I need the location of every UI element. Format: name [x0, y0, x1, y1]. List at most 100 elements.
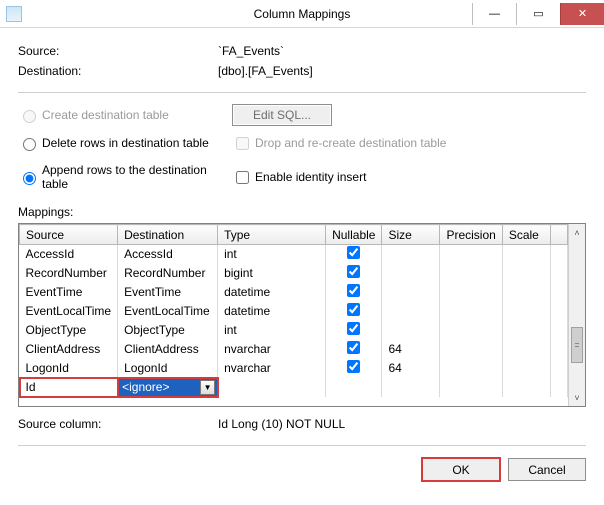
- destination-label: Destination:: [18, 64, 218, 78]
- cell-precision[interactable]: [440, 264, 502, 283]
- cell-type[interactable]: int: [218, 321, 326, 340]
- cell-spacer: [550, 340, 567, 359]
- cell-scale[interactable]: [502, 321, 550, 340]
- nullable-checkbox[interactable]: [347, 303, 360, 316]
- cell-destination[interactable]: ObjectType: [118, 321, 218, 340]
- cell-precision[interactable]: [440, 245, 502, 264]
- cell-size[interactable]: 64: [382, 340, 440, 359]
- cell-nullable[interactable]: [326, 245, 382, 264]
- nullable-checkbox[interactable]: [347, 341, 360, 354]
- edit-sql-button: Edit SQL...: [232, 104, 332, 126]
- cell-scale[interactable]: [502, 359, 550, 378]
- cell-spacer: [550, 264, 567, 283]
- destination-dropdown[interactable]: <ignore>▼: [118, 379, 217, 396]
- cell-size[interactable]: [382, 378, 440, 397]
- nullable-checkbox[interactable]: [347, 360, 360, 373]
- cell-precision[interactable]: [440, 302, 502, 321]
- cell-source[interactable]: Id: [20, 378, 118, 397]
- table-row[interactable]: ObjectTypeObjectTypeint: [20, 321, 568, 340]
- table-row[interactable]: EventTimeEventTimedatetime: [20, 283, 568, 302]
- cell-source[interactable]: EventLocalTime: [20, 302, 118, 321]
- cell-size[interactable]: [382, 321, 440, 340]
- cell-source[interactable]: AccessId: [20, 245, 118, 264]
- cell-scale[interactable]: [502, 340, 550, 359]
- cell-source[interactable]: RecordNumber: [20, 264, 118, 283]
- scroll-up-icon[interactable]: ˄: [569, 224, 585, 241]
- cell-source[interactable]: ClientAddress: [20, 340, 118, 359]
- cell-type[interactable]: datetime: [218, 283, 326, 302]
- delete-rows-label: Delete rows in destination table: [42, 136, 209, 150]
- nullable-checkbox[interactable]: [347, 284, 360, 297]
- cell-type[interactable]: datetime: [218, 302, 326, 321]
- cell-scale[interactable]: [502, 245, 550, 264]
- cell-nullable[interactable]: [326, 264, 382, 283]
- cell-precision[interactable]: [440, 321, 502, 340]
- cell-nullable[interactable]: [326, 340, 382, 359]
- cell-nullable[interactable]: [326, 283, 382, 302]
- header-scale[interactable]: Scale: [502, 225, 550, 245]
- cell-nullable[interactable]: [326, 321, 382, 340]
- cell-type[interactable]: nvarchar: [218, 359, 326, 378]
- cell-nullable[interactable]: [326, 378, 382, 397]
- delete-rows-radio[interactable]: [23, 138, 36, 151]
- cell-destination[interactable]: LogonId: [118, 359, 218, 378]
- cell-destination[interactable]: EventTime: [118, 283, 218, 302]
- cell-size[interactable]: 64: [382, 359, 440, 378]
- header-nullable[interactable]: Nullable: [326, 225, 382, 245]
- nullable-checkbox[interactable]: [347, 246, 360, 259]
- cell-spacer: [550, 245, 567, 264]
- cell-precision[interactable]: [440, 283, 502, 302]
- cell-precision[interactable]: [440, 340, 502, 359]
- cell-scale[interactable]: [502, 264, 550, 283]
- source-column-value: Id Long (10) NOT NULL: [218, 417, 345, 431]
- nullable-checkbox[interactable]: [347, 265, 360, 278]
- cell-type[interactable]: int: [218, 245, 326, 264]
- cell-precision[interactable]: [440, 359, 502, 378]
- append-rows-radio[interactable]: [23, 172, 36, 185]
- cancel-button[interactable]: Cancel: [508, 458, 586, 481]
- cell-type[interactable]: bigint: [218, 264, 326, 283]
- cell-source[interactable]: ObjectType: [20, 321, 118, 340]
- table-row[interactable]: EventLocalTimeEventLocalTimedatetime: [20, 302, 568, 321]
- enable-identity-checkbox[interactable]: [236, 171, 249, 184]
- header-row: Source Destination Type Nullable Size Pr…: [20, 225, 568, 245]
- table-row[interactable]: LogonIdLogonIdnvarchar64: [20, 359, 568, 378]
- table-row[interactable]: Id<ignore>▼: [20, 378, 568, 397]
- chevron-down-icon[interactable]: ▼: [200, 380, 215, 395]
- cell-size[interactable]: [382, 264, 440, 283]
- table-row[interactable]: ClientAddressClientAddressnvarchar64: [20, 340, 568, 359]
- mappings-grid[interactable]: Source Destination Type Nullable Size Pr…: [18, 223, 586, 407]
- cell-destination[interactable]: RecordNumber: [118, 264, 218, 283]
- cell-destination[interactable]: EventLocalTime: [118, 302, 218, 321]
- scroll-thumb[interactable]: [571, 327, 583, 363]
- cell-scale[interactable]: [502, 302, 550, 321]
- cell-size[interactable]: [382, 245, 440, 264]
- cell-precision[interactable]: [440, 378, 502, 397]
- cell-nullable[interactable]: [326, 359, 382, 378]
- cell-spacer: [550, 378, 567, 397]
- table-row[interactable]: AccessIdAccessIdint: [20, 245, 568, 264]
- nullable-checkbox[interactable]: [347, 322, 360, 335]
- cell-destination[interactable]: AccessId: [118, 245, 218, 264]
- header-destination[interactable]: Destination: [118, 225, 218, 245]
- cell-type[interactable]: nvarchar: [218, 340, 326, 359]
- header-size[interactable]: Size: [382, 225, 440, 245]
- cell-size[interactable]: [382, 283, 440, 302]
- header-source[interactable]: Source: [20, 225, 118, 245]
- cell-scale[interactable]: [502, 283, 550, 302]
- scroll-down-icon[interactable]: ˅: [569, 389, 585, 406]
- header-precision[interactable]: Precision: [440, 225, 502, 245]
- cell-nullable[interactable]: [326, 302, 382, 321]
- cell-size[interactable]: [382, 302, 440, 321]
- header-type[interactable]: Type: [218, 225, 326, 245]
- cell-scale[interactable]: [502, 378, 550, 397]
- cell-destination[interactable]: ClientAddress: [118, 340, 218, 359]
- table-row[interactable]: RecordNumberRecordNumberbigint: [20, 264, 568, 283]
- cell-source[interactable]: LogonId: [20, 359, 118, 378]
- cell-spacer: [550, 283, 567, 302]
- cell-type[interactable]: [218, 378, 326, 397]
- grid-scrollbar[interactable]: ˄ ˅: [568, 224, 585, 406]
- ok-button[interactable]: OK: [422, 458, 500, 481]
- cell-source[interactable]: EventTime: [20, 283, 118, 302]
- cell-destination[interactable]: <ignore>▼: [118, 378, 218, 397]
